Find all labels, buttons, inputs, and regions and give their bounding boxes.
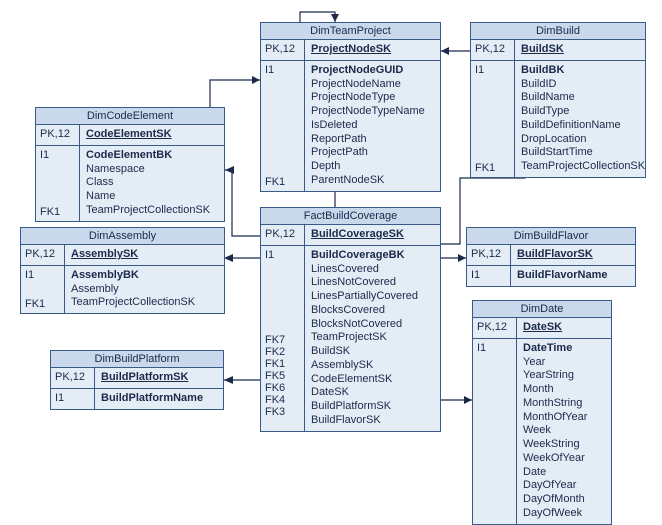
table-dimassembly: DimAssembly PK,12 AssemblySK I1 FK1 Asse… — [20, 227, 225, 314]
table-title: DimBuildPlatform — [51, 351, 223, 368]
table-title: DimCodeElement — [36, 108, 224, 125]
table-dimteamproject: DimTeamProject PK,12 ProjectNodeSK I1 FK… — [260, 22, 441, 192]
table-dimbuild: DimBuild PK,12 BuildSK I1 FK1 BuildBK Bu… — [470, 22, 646, 178]
table-title: DimAssembly — [21, 228, 224, 245]
table-dimbuildflavor: DimBuildFlavor PK,12 BuildFlavorSK I1 Bu… — [466, 227, 636, 287]
table-factbuildcoverage: FactBuildCoverage PK,12 BuildCoverageSK … — [260, 207, 441, 432]
table-dimdate: DimDate PK,12 DateSK I1 DateTime Year Ye… — [472, 300, 612, 525]
table-title: DimBuild — [471, 23, 645, 40]
table-title: DimDate — [473, 301, 611, 318]
table-title: DimTeamProject — [261, 23, 440, 40]
table-dimbuildplatform: DimBuildPlatform PK,12 BuildPlatformSK I… — [50, 350, 224, 410]
table-title: DimBuildFlavor — [467, 228, 635, 245]
table-dimcodeelement: DimCodeElement PK,12 CodeElementSK I1 FK… — [35, 107, 225, 222]
table-title: FactBuildCoverage — [261, 208, 440, 225]
